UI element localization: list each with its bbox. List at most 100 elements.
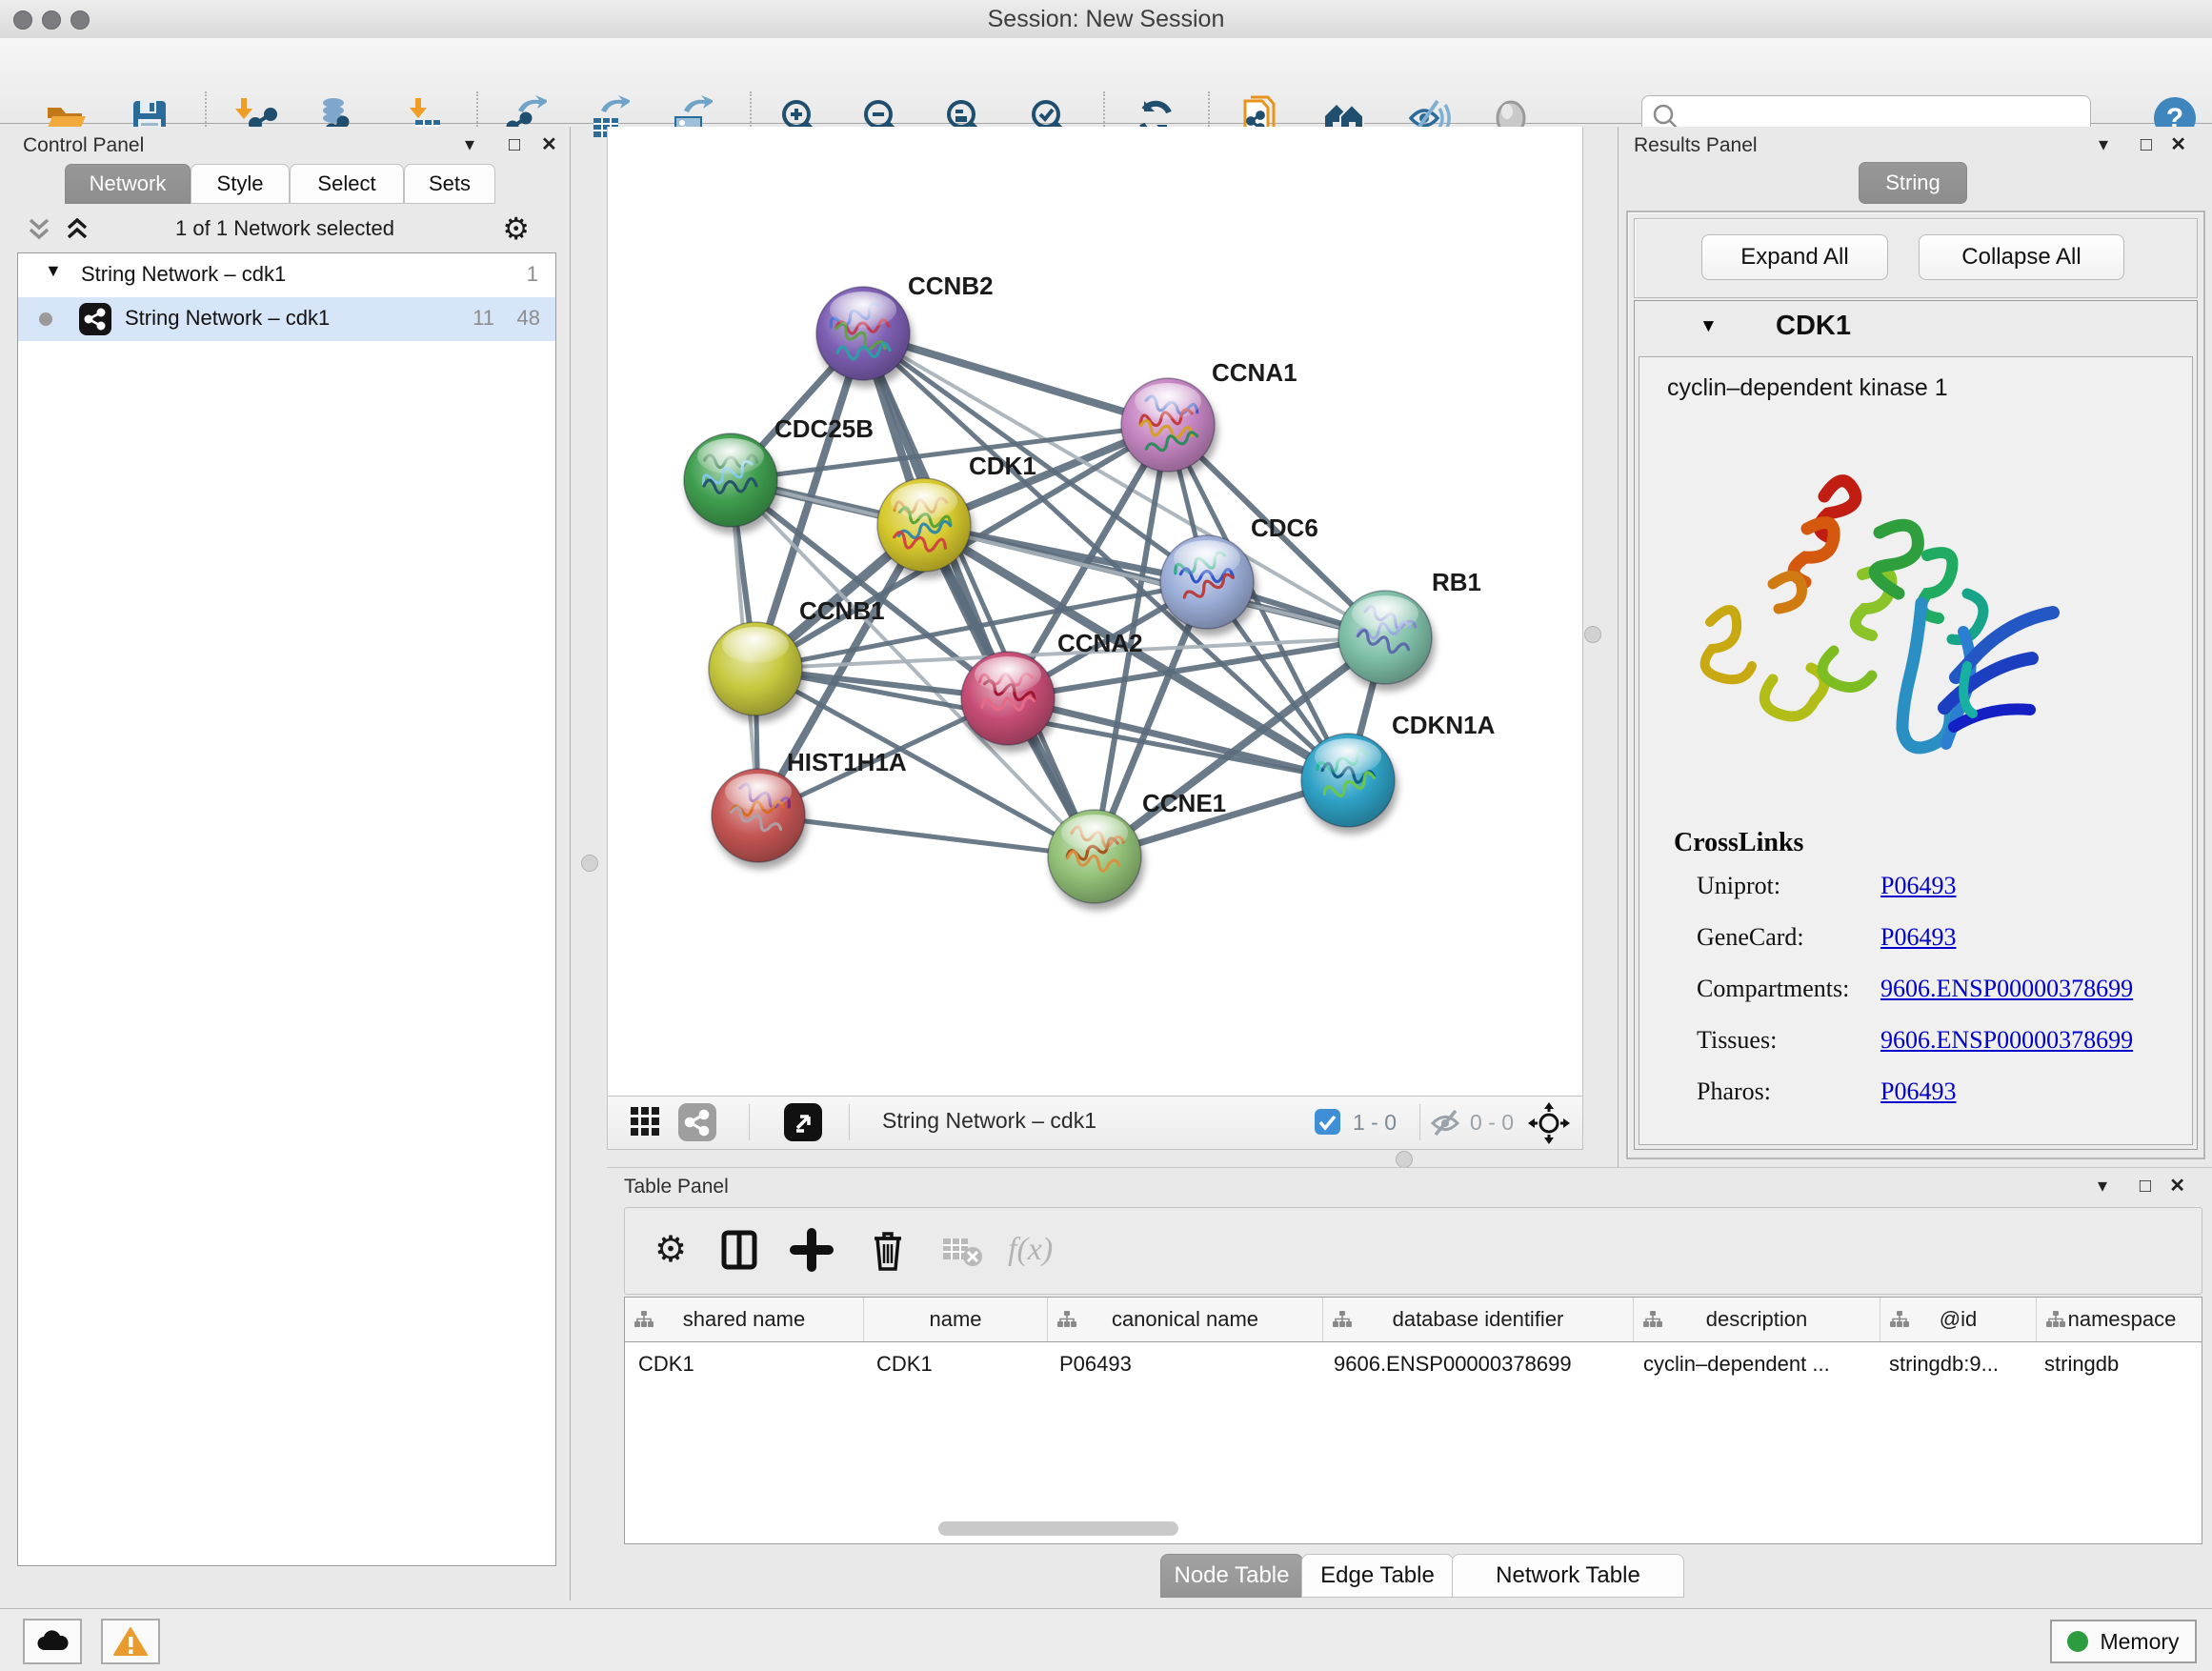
table-cell[interactable]: CDK1 (863, 1342, 1046, 1386)
results-panel-title: Results Panel (1634, 134, 1758, 157)
memory-label: Memory (2100, 1629, 2179, 1655)
panel-close-icon[interactable]: ✕ (2169, 1174, 2185, 1198)
network-edge[interactable] (863, 333, 1095, 856)
function-builder-icon: f(x) (1008, 1227, 1094, 1273)
panel-menu-icon[interactable]: ▾ (465, 132, 474, 157)
panel-menu-icon[interactable]: ▾ (2098, 1174, 2107, 1198)
control-panel-title: Control Panel (23, 134, 144, 157)
table-cell[interactable]: stringdb:9... (1876, 1342, 2031, 1386)
right-splitter-handle[interactable] (1584, 626, 1601, 643)
column-header-namespace[interactable]: namespace (2037, 1298, 2202, 1341)
delete-column-icon[interactable] (865, 1227, 911, 1273)
crosslink-link[interactable]: 9606.ENSP00000378699 (1880, 975, 2133, 1003)
warnings-button[interactable] (101, 1619, 160, 1664)
fit-crosshair-icon[interactable] (1528, 1102, 1570, 1144)
column-header--id[interactable]: @id (1880, 1298, 2037, 1341)
tab-network-table[interactable]: Network Table (1452, 1554, 1684, 1598)
panel-close-icon[interactable]: ✕ (541, 132, 557, 157)
network-node-CCNA1[interactable] (1121, 378, 1215, 472)
cloud-button[interactable] (23, 1619, 82, 1664)
network-node-CCNE1[interactable] (1048, 810, 1141, 903)
node-label-HIST1H1A: HIST1H1A (787, 748, 907, 776)
table-header-row: shared namename canonical name database id… (625, 1298, 2202, 1342)
panel-float-icon[interactable]: □ (2140, 1174, 2151, 1198)
network-node-CDC6[interactable] (1160, 535, 1254, 629)
network-node-CCNB2[interactable] (816, 287, 910, 380)
share-view-icon[interactable] (678, 1103, 716, 1141)
table-cell[interactable]: CDK1 (625, 1342, 863, 1386)
network-edge[interactable] (758, 815, 1095, 856)
column-header-canonical-name[interactable]: canonical name (1048, 1298, 1323, 1341)
tab-edge-table[interactable]: Edge Table (1301, 1554, 1454, 1598)
network-selected-summary: 1 of 1 Network selected (13, 216, 556, 241)
panel-float-icon[interactable]: □ (509, 132, 520, 157)
tree-expand-icon[interactable]: ▼ (45, 261, 62, 281)
detach-view-icon[interactable] (784, 1103, 822, 1141)
network-view[interactable]: CCNB2CCNA1CDC25BCDK1CDC6RB1CCNB1CCNA2CDK… (607, 127, 1583, 1096)
panel-close-icon[interactable]: ✕ (2170, 132, 2186, 157)
selected-checkbox-icon[interactable] (1315, 1109, 1340, 1135)
table-cell[interactable]: P06493 (1046, 1342, 1320, 1386)
table-panel: Table Panel ▾ □ ✕ ⚙ f(x) shared namename… (607, 1167, 2212, 1601)
crosslink-link[interactable]: P06493 (1880, 923, 1956, 952)
network-row[interactable]: String Network – cdk1 11 48 (18, 297, 555, 341)
network-options-gear-icon[interactable]: ⚙ (502, 211, 530, 247)
table-settings-gear-icon[interactable]: ⚙ (648, 1227, 694, 1273)
table-cell[interactable]: 9606.ENSP00000378699 (1320, 1342, 1630, 1386)
column-header-shared-name[interactable]: shared name (625, 1298, 864, 1341)
tab-sets[interactable]: Sets (404, 164, 495, 204)
expand-all-button[interactable]: Expand All (1701, 234, 1888, 280)
collapse-entry-icon[interactable]: ▼ (1699, 316, 1718, 337)
bottom-splitter-handle[interactable] (1396, 1151, 1413, 1168)
network-node-CCNA2[interactable] (961, 652, 1055, 745)
crosslink-link[interactable]: P06493 (1880, 1077, 1956, 1106)
crosslink-row: Pharos:P06493 (1639, 1077, 2192, 1129)
column-header-name[interactable]: name (864, 1298, 1048, 1341)
column-header-label: canonical name (1112, 1307, 1258, 1332)
network-node-CDK1[interactable] (877, 478, 971, 572)
toolbar-separator (749, 1104, 750, 1140)
column-header-label: database identifier (1393, 1307, 1564, 1332)
left-splitter-handle[interactable] (581, 855, 598, 872)
tab-select[interactable]: Select (290, 164, 404, 204)
node-result-section: ▼ CDK1 cyclin–dependent kinase 1 (1634, 300, 2198, 1150)
network-node-HIST1H1A[interactable] (712, 769, 805, 862)
crosslink-link[interactable]: 9606.ENSP00000378699 (1880, 1026, 2133, 1055)
tab-style[interactable]: Style (191, 164, 290, 204)
collapse-all-button[interactable]: Collapse All (1919, 234, 2124, 280)
network-summary-bar: 1 of 1 Network selected ⚙ (13, 209, 556, 251)
expand-collapse-section: Expand All Collapse All (1634, 218, 2198, 298)
column-header-label: namespace (2068, 1307, 2177, 1332)
hidden-eye-slash-icon (1429, 1107, 1467, 1139)
network-node-CCNB1[interactable] (709, 622, 802, 715)
tab-node-table[interactable]: Node Table (1160, 1554, 1303, 1598)
panel-float-icon[interactable]: □ (2141, 132, 2152, 157)
main-toolbar: ? (0, 38, 2212, 124)
crosslink-row: Uniprot:P06493 (1639, 872, 2192, 923)
string-network-icon (79, 303, 111, 335)
network-node-RB1[interactable] (1338, 591, 1432, 684)
panel-menu-icon[interactable]: ▾ (2099, 132, 2108, 157)
add-column-icon[interactable] (789, 1227, 835, 1273)
network-collection-row[interactable]: ▼ String Network – cdk1 1 (18, 253, 555, 297)
node-label-CCNE1: CCNE1 (1142, 789, 1226, 817)
column-header-description[interactable]: description (1634, 1298, 1880, 1341)
horizontal-scrollbar-thumb[interactable] (938, 1521, 1178, 1536)
table-cell[interactable]: cyclin–dependent ... (1630, 1342, 1876, 1386)
collection-count: 1 (527, 262, 538, 287)
delete-table-icon (939, 1227, 985, 1273)
crosslink-link[interactable]: P06493 (1880, 872, 1956, 900)
grid-view-icon[interactable] (629, 1105, 663, 1139)
warning-icon (113, 1626, 148, 1657)
column-header-database-identifier[interactable]: database identifier (1323, 1298, 1634, 1341)
tab-network[interactable]: Network (65, 164, 191, 204)
tab-string[interactable]: String (1859, 162, 1967, 204)
memory-button[interactable]: Memory (2050, 1620, 2197, 1663)
network-node-CDKN1A[interactable] (1301, 734, 1395, 827)
network-edge[interactable] (863, 333, 1168, 425)
node-label-RB1: RB1 (1432, 568, 1481, 596)
show-columns-icon[interactable] (716, 1227, 762, 1273)
table-row: CDK1CDK1P064939606.ENSP00000378699cyclin… (625, 1342, 2202, 1386)
network-node-CDC25B[interactable] (684, 433, 777, 527)
table-cell[interactable]: stringdb (2031, 1342, 2202, 1386)
